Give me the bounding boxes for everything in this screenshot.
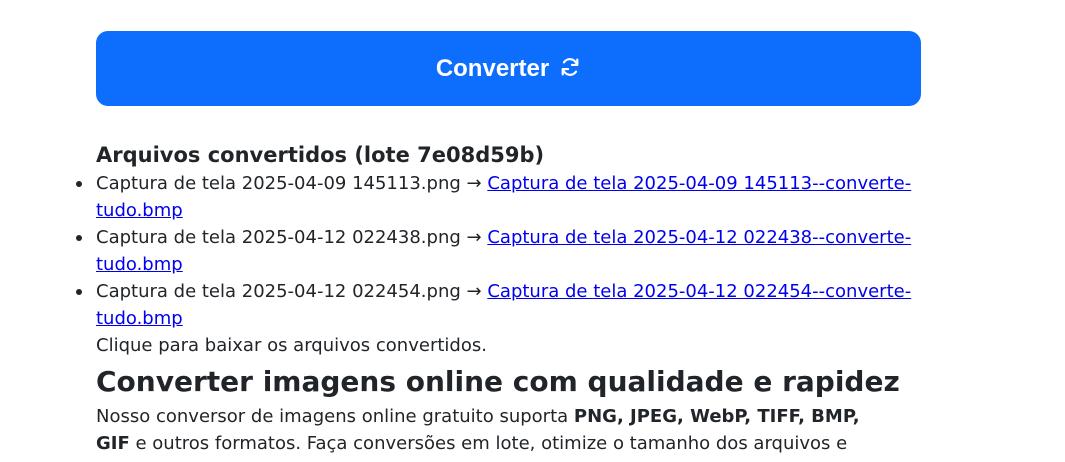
bullet-icon: [76, 181, 82, 187]
converted-files-section: Arquivos convertidos (lote 7e08d59b) Cap…: [76, 140, 916, 462]
info-text-rest: e outros formatos. Faça conversões em lo…: [96, 433, 848, 462]
source-filename: Captura de tela 2025-04-12 022454.png: [96, 281, 461, 302]
info-text-intro: Nosso conversor de imagens online gratui…: [96, 406, 574, 427]
list-item: Captura de tela 2025-04-12 022454.png → …: [76, 278, 916, 332]
list-item: Captura de tela 2025-04-12 022438.png → …: [76, 224, 916, 278]
info-section-title: Converter imagens online com qualidade e…: [96, 365, 900, 398]
batch-title: Arquivos convertidos (lote 7e08d59b): [96, 143, 545, 167]
convert-button-label: Converter: [435, 54, 550, 82]
info-section-text: Nosso conversor de imagens online gratui…: [96, 403, 896, 462]
bullet-icon: [76, 235, 82, 241]
arrow-icon: →: [466, 173, 482, 194]
source-filename: Captura de tela 2025-04-12 022438.png: [96, 227, 461, 248]
converted-file-list: Captura de tela 2025-04-09 145113.png → …: [76, 170, 916, 332]
convert-button[interactable]: Converter: [96, 31, 921, 106]
refresh-icon: [559, 56, 581, 78]
bullet-icon: [76, 289, 82, 295]
arrow-icon: →: [466, 281, 482, 302]
source-filename: Captura de tela 2025-04-09 145113.png: [96, 173, 461, 194]
arrow-icon: →: [466, 227, 482, 248]
list-item: Captura de tela 2025-04-09 145113.png → …: [76, 170, 916, 224]
download-hint: Clique para baixar os arquivos convertid…: [96, 335, 487, 356]
